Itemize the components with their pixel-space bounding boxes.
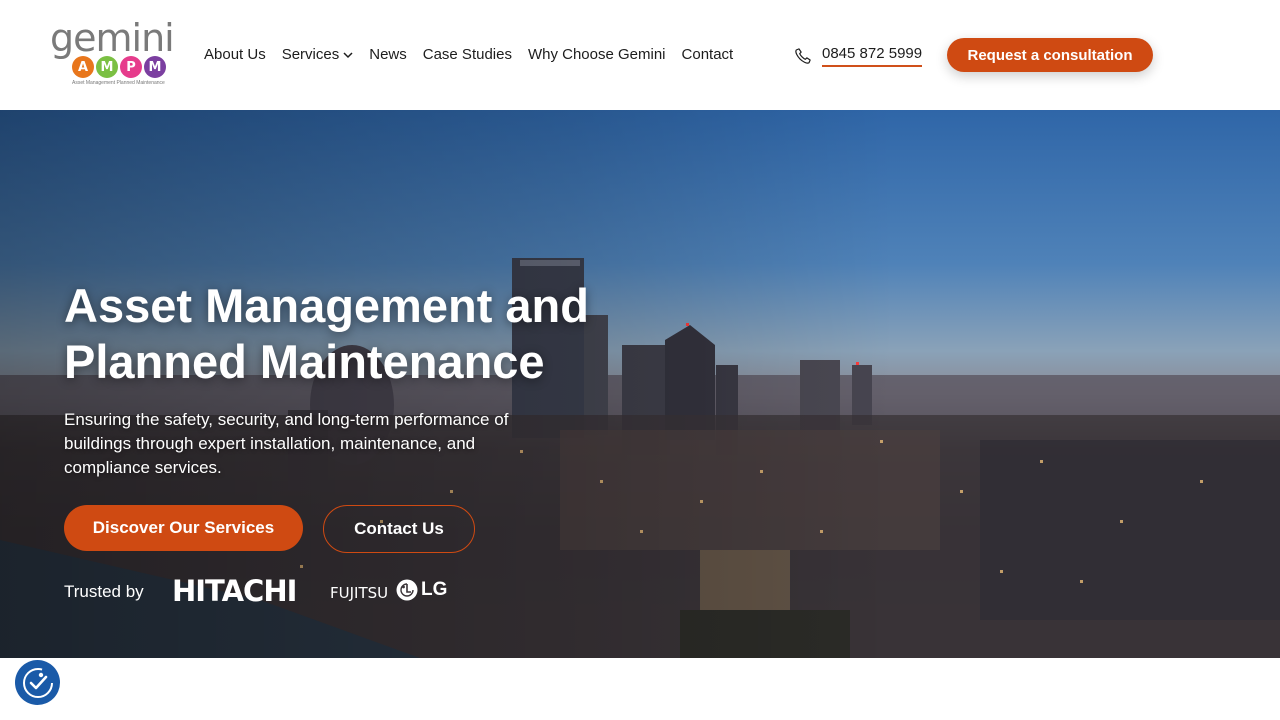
lg-logo-text: LG xyxy=(421,579,448,600)
nav-about-us-label: About Us xyxy=(204,46,266,63)
site-header: gemini A M P M Asset Management Planned … xyxy=(0,0,1280,110)
nav-why-choose-label: Why Choose Gemini xyxy=(527,46,666,63)
main-nav: About Us Services News Case Studies Why … xyxy=(204,45,733,65)
contact-us-button[interactable]: Contact Us xyxy=(323,505,475,553)
nav-contact-label: Contact xyxy=(681,46,734,63)
chevron-down-icon xyxy=(343,52,353,59)
logo-letter-m2: M xyxy=(144,56,166,78)
request-consultation-button[interactable]: Request a consultation xyxy=(947,38,1153,72)
nav-services[interactable]: Services xyxy=(282,45,354,65)
trusted-by-label: Trusted by xyxy=(64,582,144,601)
phone-icon xyxy=(795,48,811,64)
logo-letters: A M P M xyxy=(72,56,166,78)
hero-section: Asset Management and Planned Maintenance… xyxy=(0,110,1280,658)
fujitsu-logo: FUJITSU xyxy=(330,584,389,602)
lg-logo: LG xyxy=(396,579,447,601)
gemini-logo[interactable]: gemini A M P M Asset Management Planned … xyxy=(50,18,175,88)
nav-about-us[interactable]: About Us xyxy=(204,45,266,65)
hero-subtitle: Ensuring the safety, security, and long-… xyxy=(64,410,509,477)
lg-face-icon xyxy=(396,579,418,601)
nav-services-label: Services xyxy=(281,46,340,63)
nav-contact[interactable]: Contact xyxy=(682,45,734,65)
logo-letter-p: P xyxy=(120,56,142,78)
logo-wordmark: gemini xyxy=(50,16,175,60)
phone-number: 0845 872 5999 xyxy=(822,45,923,67)
nav-case-studies[interactable]: Case Studies xyxy=(423,45,512,65)
nav-news-label: News xyxy=(369,46,407,63)
nav-news[interactable]: News xyxy=(369,45,407,65)
accessibility-button[interactable] xyxy=(15,660,60,705)
phone-link[interactable]: 0845 872 5999 xyxy=(794,45,923,67)
hitachi-logo: HITACHI xyxy=(172,574,297,608)
accessibility-icon xyxy=(22,667,53,698)
discover-services-button[interactable]: Discover Our Services xyxy=(64,505,303,551)
logo-letter-a: A xyxy=(72,56,94,78)
nav-case-studies-label: Case Studies xyxy=(422,46,512,63)
nav-why-choose-gemini[interactable]: Why Choose Gemini xyxy=(528,45,666,65)
hero-title: Asset Management and Planned Maintenance xyxy=(64,279,589,388)
logo-tagline: Asset Management Planned Maintenance xyxy=(72,80,165,86)
logo-letter-m: M xyxy=(96,56,118,78)
